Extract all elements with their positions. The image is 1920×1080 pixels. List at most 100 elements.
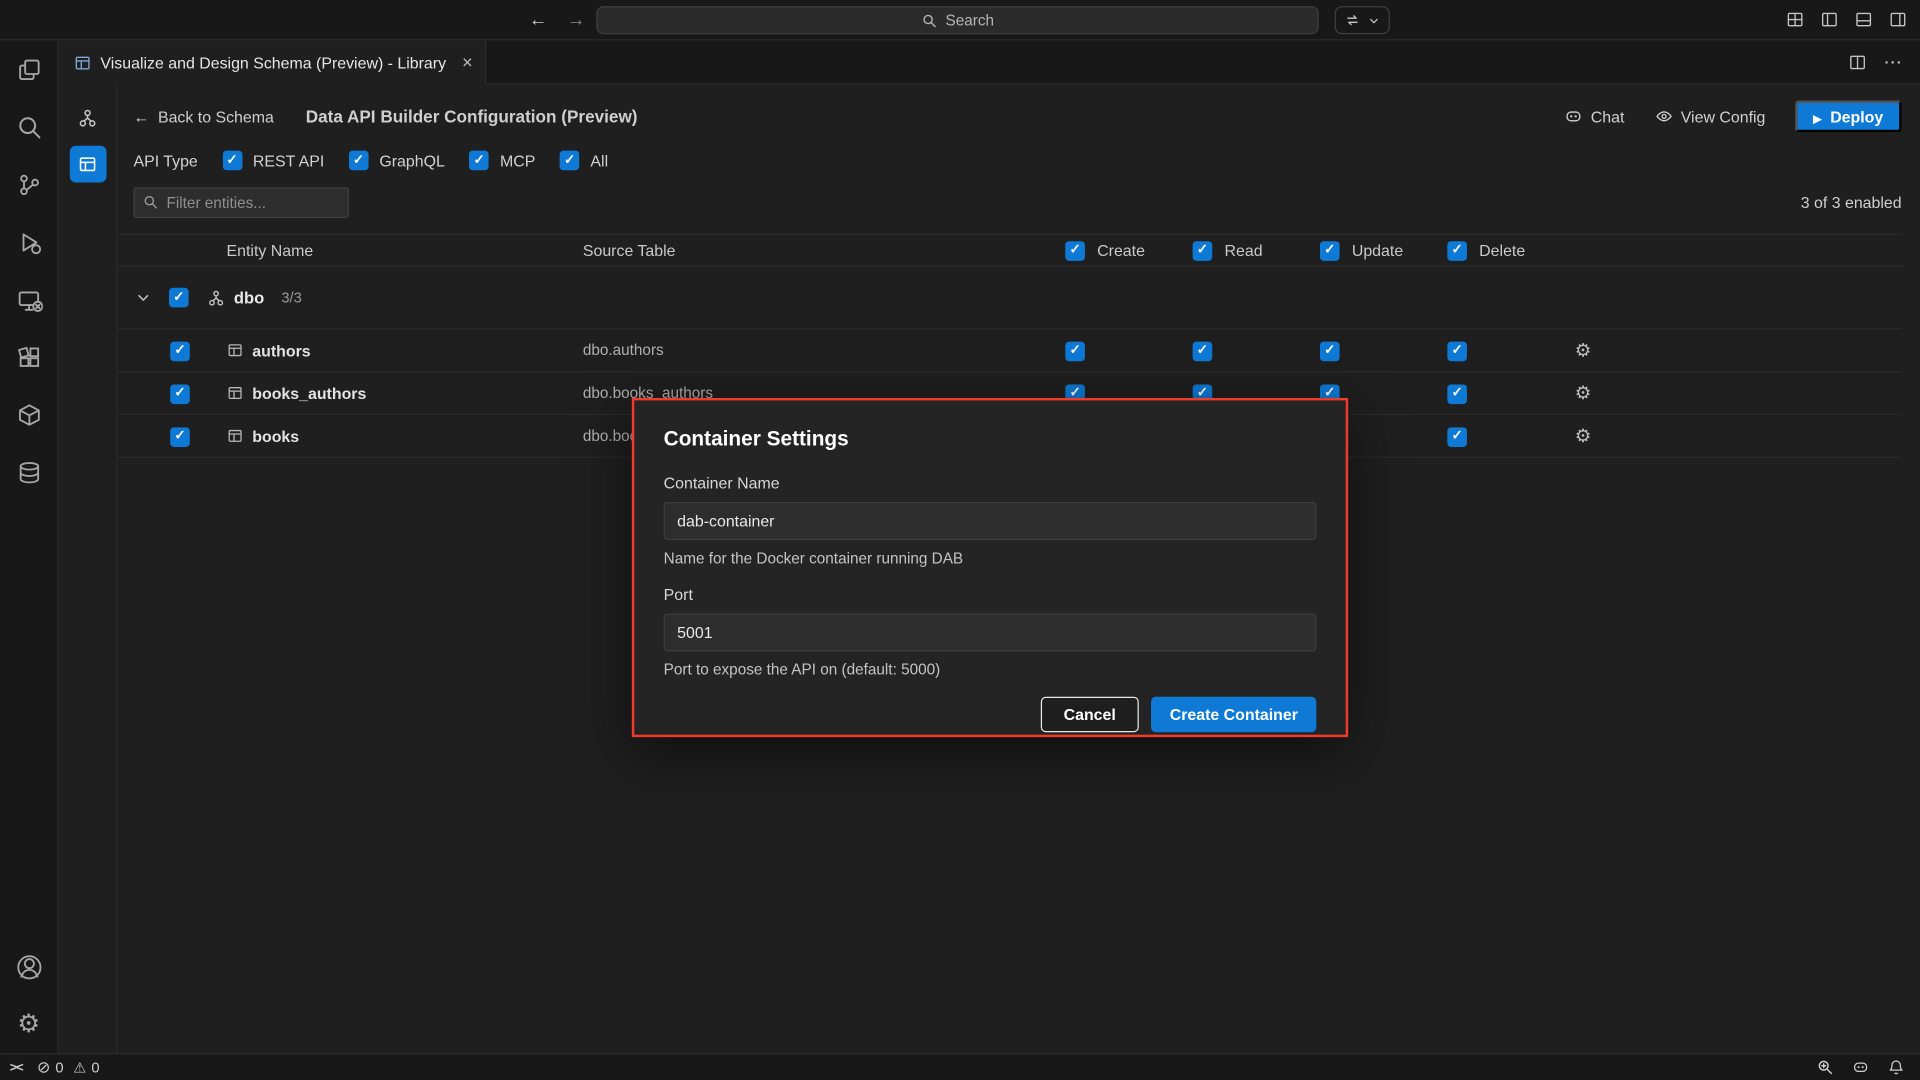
group-checkbox[interactable] (169, 288, 189, 308)
api-option-all[interactable]: All (560, 151, 608, 171)
split-editor-icon[interactable] (1848, 52, 1868, 72)
back-arrow-icon (133, 107, 149, 125)
row-settings-icon[interactable] (1575, 341, 1591, 359)
dialog-title: Container Settings (664, 427, 1317, 451)
create-container-button[interactable]: Create Container (1151, 697, 1316, 733)
copilot-chat-icon (1564, 107, 1584, 127)
page-title: Data API Builder Configuration (Preview) (306, 107, 638, 127)
search-label: Search (946, 12, 995, 29)
tab-bar: Visualize and Design Schema (Preview) - … (59, 40, 1920, 84)
search-icon (921, 12, 938, 29)
schema-designer-icon (73, 53, 91, 71)
settings-gear-icon[interactable] (0, 996, 58, 1054)
title-bar: Search (0, 0, 1920, 40)
table-settings-icon (77, 154, 98, 175)
api-option-mcp[interactable]: MCP (469, 151, 535, 171)
tab-visualize-schema[interactable]: Visualize and Design Schema (Preview) - … (59, 40, 486, 84)
port-input[interactable] (664, 613, 1317, 651)
row-settings-icon[interactable] (1575, 427, 1591, 445)
table-row: authors dbo.authors (118, 329, 1902, 372)
group-count: 3/3 (281, 289, 301, 306)
rail-dab-config-button[interactable] (69, 146, 106, 183)
create-checkbox[interactable] (1065, 341, 1085, 361)
all-checkbox[interactable] (560, 151, 580, 171)
create-all-checkbox[interactable] (1065, 241, 1085, 261)
cancel-button[interactable]: Cancel (1040, 697, 1139, 733)
tab-close-icon[interactable] (462, 52, 473, 73)
extensions-icon[interactable] (0, 328, 58, 386)
editor-more-actions-icon[interactable] (1884, 53, 1902, 71)
view-config-button[interactable]: View Config (1654, 107, 1766, 127)
table-icon (227, 427, 244, 444)
problems-indicator[interactable]: 0 0 (37, 1057, 104, 1077)
copilot-session-dropdown[interactable] (1335, 6, 1390, 34)
swap-arrows-icon (1343, 11, 1361, 29)
read-checkbox[interactable] (1193, 341, 1213, 361)
search-view-icon[interactable] (0, 98, 58, 156)
row-settings-icon[interactable] (1575, 384, 1591, 402)
delete-checkbox[interactable] (1447, 341, 1467, 361)
read-all-checkbox[interactable] (1193, 241, 1213, 261)
server-disconnected-icon[interactable] (0, 271, 58, 329)
row-checkbox[interactable] (170, 384, 190, 404)
rail-schema-view-button[interactable] (69, 99, 106, 136)
api-type-row: API Type REST API GraphQL MCP (133, 151, 1920, 171)
chat-button[interactable]: Chat (1564, 107, 1625, 127)
account-icon[interactable] (0, 938, 58, 996)
history-back-icon[interactable] (529, 9, 547, 30)
rest-api-checkbox[interactable] (222, 151, 242, 171)
back-to-schema-link[interactable]: Back to Schema (133, 107, 273, 125)
deploy-button[interactable]: Deploy (1795, 100, 1902, 132)
database-icon[interactable] (0, 443, 58, 501)
source-control-icon[interactable] (0, 156, 58, 214)
row-checkbox[interactable] (170, 341, 190, 361)
col-source-table: Source Table (583, 241, 1065, 259)
graphql-checkbox[interactable] (349, 151, 369, 171)
api-type-label: API Type (133, 151, 197, 169)
toggle-primary-sidebar-icon[interactable] (1820, 10, 1840, 30)
enabled-summary: 3 of 3 enabled (1801, 193, 1902, 211)
warning-icon (73, 1059, 86, 1076)
activity-bar (0, 40, 59, 1053)
notifications-bell-icon[interactable] (1887, 1058, 1905, 1076)
filter-search-icon (142, 193, 159, 210)
command-center-search[interactable]: Search (596, 6, 1318, 34)
toggle-secondary-sidebar-icon[interactable] (1888, 10, 1908, 30)
schema-icon (207, 288, 225, 306)
history-forward-icon[interactable] (567, 9, 585, 30)
api-option-rest[interactable]: REST API (222, 151, 324, 171)
port-help: Port to expose the API on (default: 5000… (664, 661, 1317, 678)
error-icon (37, 1057, 50, 1077)
filter-entities-input[interactable] (133, 187, 349, 218)
api-option-graphql[interactable]: GraphQL (349, 151, 445, 171)
toggle-panel-icon[interactable] (1854, 10, 1874, 30)
group-name: dbo (234, 288, 264, 306)
container-name-input[interactable] (664, 502, 1317, 540)
update-all-checkbox[interactable] (1320, 241, 1340, 261)
delete-checkbox[interactable] (1447, 384, 1467, 404)
database-projects-icon[interactable] (0, 386, 58, 444)
copilot-status-icon[interactable] (1851, 1058, 1869, 1076)
run-debug-icon[interactable] (0, 213, 58, 271)
customize-layout-icon[interactable] (1785, 10, 1805, 30)
play-icon (1813, 107, 1821, 125)
explorer-icon[interactable] (0, 40, 58, 98)
delete-checkbox[interactable] (1447, 427, 1467, 447)
row-checkbox[interactable] (170, 427, 190, 447)
col-entity-name: Entity Name (227, 241, 583, 259)
schema-hierarchy-icon (77, 107, 98, 128)
vscode-window: Search (0, 0, 1920, 1080)
table-icon (227, 342, 244, 359)
eye-icon (1654, 107, 1674, 127)
status-bar: >< 0 0 (0, 1053, 1920, 1080)
delete-all-checkbox[interactable] (1447, 241, 1467, 261)
mcp-checkbox[interactable] (469, 151, 489, 171)
update-checkbox[interactable] (1320, 341, 1340, 361)
schema-group-row[interactable]: dbo 3/3 (118, 267, 1902, 329)
zoom-icon[interactable] (1816, 1058, 1834, 1076)
view-switcher-rail (59, 84, 118, 1053)
remote-indicator-icon[interactable]: >< (10, 1060, 23, 1075)
port-label: Port (664, 585, 1317, 603)
container-name-label: Container Name (664, 474, 1317, 492)
collapse-chevron-icon[interactable] (133, 288, 153, 308)
